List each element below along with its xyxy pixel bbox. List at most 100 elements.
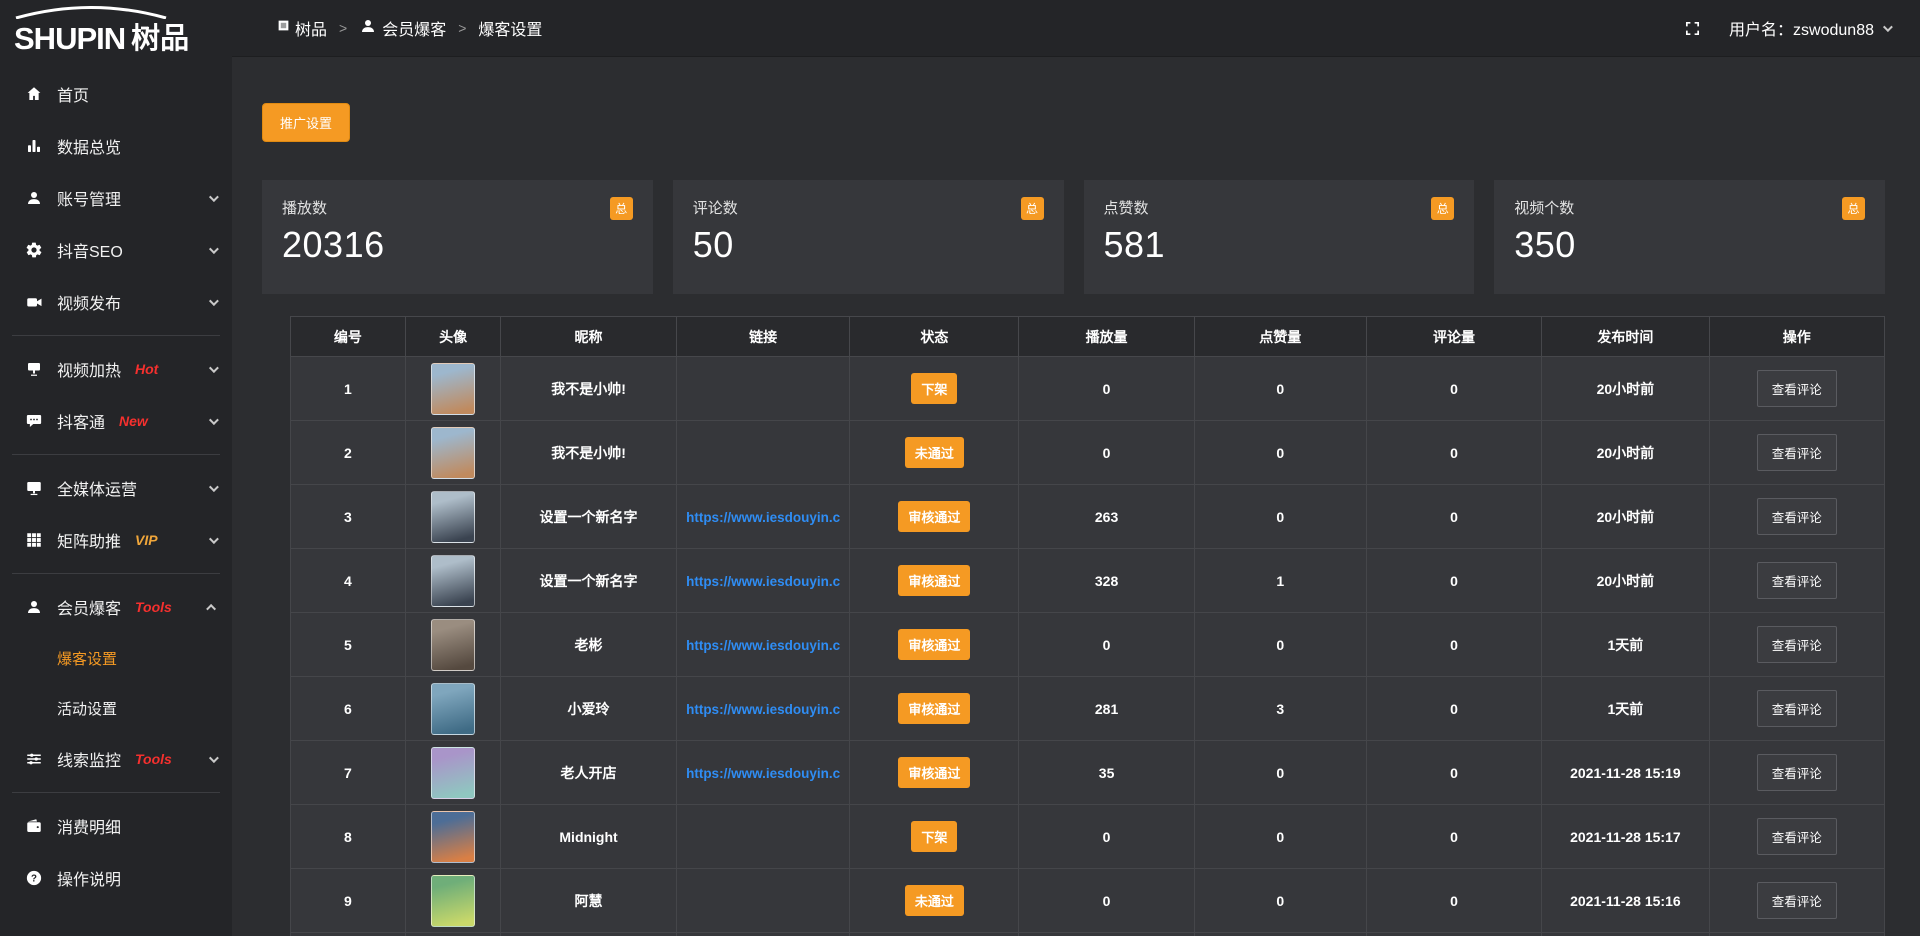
cell-link: https://www.iesdouyin.c xyxy=(676,485,850,549)
stat-card-top: 点赞数总 xyxy=(1104,197,1455,220)
cell-time: 1天前 xyxy=(1542,677,1709,741)
username-menu[interactable]: 用户名：zswodun88 xyxy=(1729,16,1890,40)
view-comments-button[interactable]: 查看评论 xyxy=(1757,754,1837,791)
total-badge: 总 xyxy=(1021,197,1044,220)
video-link[interactable]: https://www.iesdouyin.c xyxy=(686,574,840,589)
logo-arc xyxy=(12,6,170,19)
view-comments-button[interactable]: 查看评论 xyxy=(1757,562,1837,599)
status-badge: 下架 xyxy=(911,821,957,852)
cell-avatar xyxy=(405,869,501,933)
cell-actions xyxy=(1709,933,1884,936)
cell-likes: 3 xyxy=(1194,677,1366,741)
main-content: 推广设置 播放数总20316评论数总50点赞数总581视频个数总350 编号头像… xyxy=(232,57,1920,936)
avatar xyxy=(431,683,475,735)
table-row: 7老人开店https://www.iesdouyin.c审核通过35002021… xyxy=(291,741,1885,805)
cell-plays: 263 xyxy=(1019,485,1194,549)
sidebar-item-12[interactable]: 会员爆客Tools xyxy=(0,581,232,633)
view-comments-button[interactable]: 查看评论 xyxy=(1757,626,1837,663)
view-comments-button[interactable]: 查看评论 xyxy=(1757,690,1837,727)
cell-time: 20小时前 xyxy=(1542,485,1709,549)
cell-time: 1天前 xyxy=(1542,613,1709,677)
cell-time: 2021-11-28 15:17 xyxy=(1542,805,1709,869)
cell-status xyxy=(850,933,1019,936)
sidebar-item-13[interactable]: 线索监控Tools xyxy=(0,733,232,785)
cell-status: 审核通过 xyxy=(850,741,1019,805)
cell-nickname: 老彬 xyxy=(501,613,676,677)
promo-settings-button[interactable]: 推广设置 xyxy=(262,103,350,142)
cell-number: 5 xyxy=(291,613,406,677)
cell-link xyxy=(676,805,850,869)
status-badge: 下架 xyxy=(911,373,957,404)
cell-comments: 0 xyxy=(1366,869,1541,933)
breadcrumb-item[interactable]: 会员爆客 xyxy=(359,16,446,40)
sidebar-item-16[interactable]: ?操作说明 xyxy=(0,852,232,904)
topbar-right: 用户名：zswodun88 xyxy=(1684,16,1890,40)
sidebar-item-3[interactable]: 抖音SEO xyxy=(0,224,232,276)
cell-status: 审核通过 xyxy=(850,485,1019,549)
grid-icon xyxy=(24,530,44,550)
video-link[interactable]: https://www.iesdouyin.c xyxy=(686,638,840,653)
cell-link xyxy=(676,869,850,933)
cell-time: 2021-11-28 15:16 xyxy=(1542,869,1709,933)
sidebar-item-tag: New xyxy=(119,413,148,429)
cell-number: 10 xyxy=(291,933,406,936)
sidebar-item-9[interactable]: 全媒体运营 xyxy=(0,462,232,514)
sidebar-item-label: 账号管理 xyxy=(57,186,121,210)
monitor-icon xyxy=(24,478,44,498)
sidebar-item-15[interactable]: 消费明细 xyxy=(0,800,232,852)
app-icon xyxy=(277,19,290,37)
breadcrumb: 树品>会员爆客>爆客设置 xyxy=(277,16,542,40)
video-icon xyxy=(24,292,44,312)
breadcrumb-item[interactable]: 爆客设置 xyxy=(478,16,542,40)
cell-status: 未通过 xyxy=(850,421,1019,485)
video-link[interactable]: https://www.iesdouyin.c xyxy=(686,702,840,717)
cell-time: 20小时前 xyxy=(1542,549,1709,613)
sidebar-item-4[interactable]: 视频发布 xyxy=(0,276,232,328)
cell-plays: 0 xyxy=(1019,805,1194,869)
stat-card-value: 350 xyxy=(1514,224,1865,266)
sidebar-item-0[interactable]: 首页 xyxy=(0,68,232,120)
sidebar-item-10[interactable]: 矩阵助推VIP xyxy=(0,514,232,566)
sidebar-item-label: 抖客通 xyxy=(57,409,105,433)
sidebar-item-1[interactable]: 数据总览 xyxy=(0,120,232,172)
logo-text-cn: 树品 xyxy=(131,25,189,54)
view-comments-button[interactable]: 查看评论 xyxy=(1757,434,1837,471)
cell-plays xyxy=(1019,933,1194,936)
video-link[interactable]: https://www.iesdouyin.c xyxy=(686,766,840,781)
cell-time: 20小时前 xyxy=(1542,421,1709,485)
home-icon xyxy=(24,84,44,104)
chevron-down-icon xyxy=(209,363,219,373)
table-header-cell: 头像 xyxy=(405,317,501,357)
video-link[interactable]: https://www.iesdouyin.c xyxy=(686,510,840,525)
avatar xyxy=(431,555,475,607)
cell-status: 下架 xyxy=(850,357,1019,421)
sidebar-subitem[interactable]: 爆客设置 xyxy=(0,633,232,683)
sidebar-item-label: 抖音SEO xyxy=(57,238,123,262)
chevron-down-icon xyxy=(209,244,219,254)
table-row: 5老彬https://www.iesdouyin.c审核通过0001天前查看评论 xyxy=(291,613,1885,677)
sidebar-subitem[interactable]: 活动设置 xyxy=(0,683,232,733)
view-comments-button[interactable]: 查看评论 xyxy=(1757,818,1837,855)
status-badge: 审核通过 xyxy=(898,693,970,724)
breadcrumb-item[interactable]: 树品 xyxy=(277,16,327,40)
sidebar-item-2[interactable]: 账号管理 xyxy=(0,172,232,224)
table-header-cell: 状态 xyxy=(850,317,1019,357)
view-comments-button[interactable]: 查看评论 xyxy=(1757,498,1837,535)
sidebar-item-6[interactable]: 视频加热Hot xyxy=(0,343,232,395)
cell-number: 7 xyxy=(291,741,406,805)
table-row: 3设置一个新名字https://www.iesdouyin.c审核通过26300… xyxy=(291,485,1885,549)
table-row: 10 xyxy=(291,933,1885,936)
avatar xyxy=(431,811,475,863)
sidebar-item-7[interactable]: 抖客通 New xyxy=(0,395,232,447)
cell-avatar xyxy=(405,357,501,421)
menu-divider xyxy=(12,792,220,793)
cell-number: 2 xyxy=(291,421,406,485)
cell-likes: 0 xyxy=(1194,421,1366,485)
cell-likes: 0 xyxy=(1194,741,1366,805)
view-comments-button[interactable]: 查看评论 xyxy=(1757,370,1837,407)
view-comments-button[interactable]: 查看评论 xyxy=(1757,882,1837,919)
logo-text-en: SHUPIN xyxy=(14,23,125,54)
cell-number: 3 xyxy=(291,485,406,549)
fullscreen-icon[interactable] xyxy=(1684,20,1701,37)
chevron-down-icon xyxy=(1883,22,1893,32)
